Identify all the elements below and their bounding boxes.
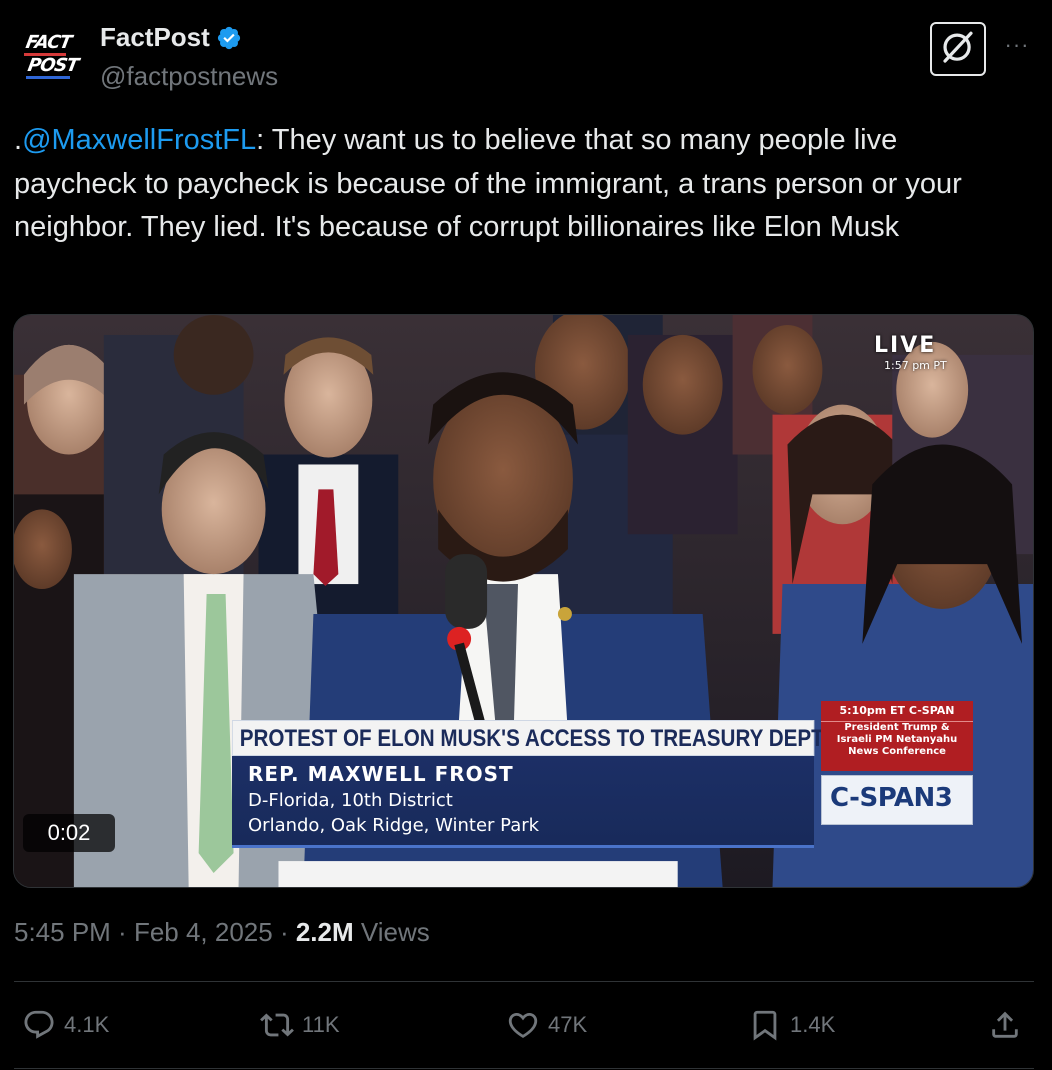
chyron-name: REP. MAXWELL FROST (248, 762, 514, 786)
mention-link[interactable]: @MaxwellFrostFL (22, 124, 256, 156)
tweet-date[interactable]: Feb 4, 2025 (134, 917, 273, 947)
chyron-locations: Orlando, Oak Ridge, Winter Park (248, 815, 540, 836)
reply-icon (24, 1010, 54, 1039)
promo-head: 5:10pm ET C-SPAN (821, 701, 973, 722)
bookmark-button[interactable]: 1.4K (748, 1000, 835, 1050)
network-logo-text: C-SPAN3 (830, 783, 953, 813)
author-display-name[interactable]: FactPost (100, 22, 210, 53)
live-label: LIVE (874, 333, 937, 358)
promo-line-1: President Trump & (844, 722, 950, 733)
grok-icon (943, 31, 973, 63)
tweet-prefix: . (14, 124, 23, 156)
author-avatar[interactable]: FACT POST (18, 26, 80, 88)
meta-separator-1: · (110, 917, 134, 947)
reply-button[interactable]: 4.1K (22, 1000, 109, 1050)
share-icon (992, 1011, 1018, 1038)
more-options-icon: ··· (1004, 32, 1030, 57)
promo-line-3: News Conference (848, 746, 946, 757)
logo-bar-blue (26, 76, 70, 79)
more-options-button[interactable]: ··· (1000, 30, 1034, 64)
network-logo: C-SPAN3 (821, 775, 973, 825)
tweet-time[interactable]: 5:45 PM (14, 917, 111, 947)
divider (14, 981, 1034, 982)
reply-count: 4.1K (64, 1012, 110, 1037)
video-player[interactable]: LIVE 1:57 pm PT PROTEST OF ELON MUSK'S A… (13, 314, 1034, 888)
like-button[interactable]: 47K (506, 1000, 587, 1050)
logo-text-bottom: POST (26, 55, 80, 76)
tweet-meta: 5:45 PM · Feb 4, 2025 · 2.2M Views (14, 917, 430, 948)
share-button[interactable] (988, 1000, 1022, 1050)
tweet-text: .@MaxwellFrostFL: They want us to believ… (14, 119, 1024, 250)
repost-button[interactable]: 11K (260, 1000, 340, 1050)
chyron-body: REP. MAXWELL FROST D-Florida, 10th Distr… (232, 756, 814, 848)
video-elapsed-badge: 0:02 (23, 814, 115, 852)
chyron-district: D-Florida, 10th District (248, 790, 453, 811)
bottom-divider (14, 1068, 1034, 1069)
action-bar: 4.1K 11K 47K 1.4K (0, 1000, 1052, 1050)
cspan-promo: 5:10pm ET C-SPAN President Trump & Israe… (821, 701, 973, 771)
author-handle[interactable]: @factpostnews (100, 61, 278, 92)
like-count: 47K (548, 1012, 588, 1037)
views-label: Views (353, 917, 430, 947)
bookmark-icon (753, 1010, 777, 1041)
bookmark-count: 1.4K (790, 1012, 836, 1037)
like-icon (508, 1012, 538, 1038)
chyron-title: PROTEST OF ELON MUSK'S ACCESS TO TREASUR… (232, 720, 827, 756)
repost-icon (260, 1013, 294, 1037)
repost-count: 11K (302, 1012, 340, 1037)
tweet-header: FACT POST FactPost @factpostnews ··· (0, 0, 1052, 110)
meta-separator-2: · (272, 917, 296, 947)
video-chyron: PROTEST OF ELON MUSK'S ACCESS TO TREASUR… (232, 720, 827, 848)
author-name-row[interactable]: FactPost (100, 22, 242, 53)
live-indicator: LIVE 1:57 pm PT (874, 333, 966, 379)
verified-badge-icon (217, 26, 240, 49)
grok-button[interactable] (930, 22, 986, 76)
views-count: 2.2M (295, 917, 354, 947)
live-time: 1:57 pm PT (884, 359, 947, 372)
promo-line-2: Israeli PM Netanyahu (836, 734, 958, 745)
logo-text-top: FACT (24, 32, 73, 53)
